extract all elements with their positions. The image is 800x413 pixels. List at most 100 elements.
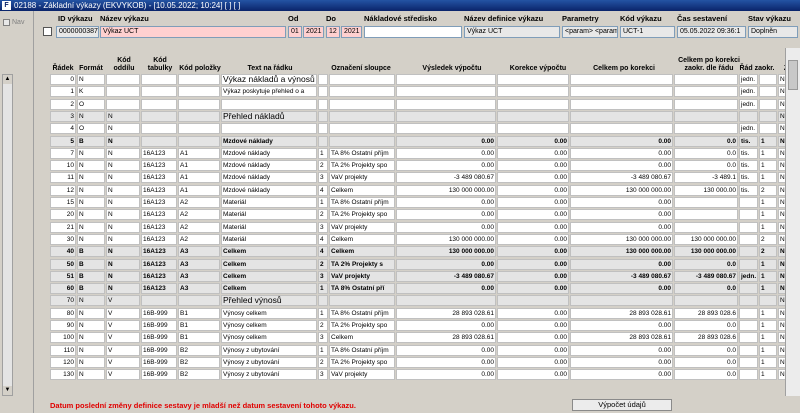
cell-s[interactable] <box>106 98 140 110</box>
cell-t[interactable]: 16A123 <box>141 160 177 172</box>
cell-p[interactable]: A1 <box>178 147 220 159</box>
cell-tot[interactable] <box>570 110 673 122</box>
cell-ord[interactable] <box>739 320 758 331</box>
cell-p[interactable]: B1 <box>178 320 220 331</box>
cell-rnd[interactable]: 130 000 000.00 <box>674 246 738 258</box>
cell-col[interactable]: VaV projekty <box>329 172 395 184</box>
cell-res[interactable]: 0.00 <box>396 344 496 356</box>
cell-res[interactable] <box>396 123 496 135</box>
cell-t[interactable]: 16A123 <box>141 184 177 196</box>
cell-r[interactable]: 12 <box>50 184 76 196</box>
cell-s[interactable]: N <box>106 197 140 208</box>
cell-res[interactable] <box>396 86 496 98</box>
cell-p[interactable] <box>178 123 220 135</box>
cell-oz[interactable]: 1 <box>759 283 777 295</box>
table-row[interactable]: 4 O Njedn. N <box>34 123 800 135</box>
table-row[interactable]: 2 Ojedn. N <box>34 98 800 111</box>
cell-res[interactable]: 130 000 000.00 <box>396 246 496 258</box>
cell-tot[interactable]: 0.00 <box>570 221 673 233</box>
cell-p[interactable]: A3 <box>178 246 220 258</box>
cell-rnd[interactable]: 0.0 <box>674 258 738 270</box>
to-year-field[interactable]: 2021 <box>341 26 362 38</box>
cell-ord[interactable]: tis. <box>739 135 758 147</box>
cell-text[interactable]: Celkem <box>221 270 317 282</box>
cell-oz[interactable]: 1 <box>759 320 777 331</box>
cell-p[interactable]: B2 <box>178 356 220 368</box>
cell-cor[interactable]: 0.00 <box>497 160 569 172</box>
cell-p[interactable]: A2 <box>178 209 220 221</box>
cell-n[interactable]: 1 <box>318 197 328 208</box>
cell-s[interactable]: N <box>106 258 140 270</box>
cell-n[interactable]: 1 <box>318 344 328 356</box>
cell-text[interactable]: Výnosy z ubytování <box>221 356 317 368</box>
cell-text[interactable]: Mzdové náklady <box>221 147 317 159</box>
table-row[interactable]: 70 N V Přehled výnosů N <box>34 295 800 307</box>
cell-tot[interactable]: 0.00 <box>570 320 673 331</box>
cell-tot[interactable]: 0.00 <box>570 344 673 356</box>
cell-r[interactable]: 100 <box>50 332 76 344</box>
cell-n[interactable]: 4 <box>318 233 328 245</box>
cell-n[interactable]: 4 <box>318 184 328 196</box>
cell-tot[interactable] <box>570 98 673 110</box>
cell-r[interactable]: 7 <box>50 147 76 159</box>
cell-rnd[interactable] <box>674 221 738 233</box>
cell-text[interactable]: Celkem <box>221 283 317 295</box>
table-row[interactable]: 40 B N 16A123 A3 Celkem 4 Celkem 130 000 000.00 0… <box>34 246 800 258</box>
table-row[interactable]: 80 N V 16B-999 B1 Výnosy celkem 1 TA 8% Ostatní… <box>34 307 800 320</box>
cell-f[interactable]: O <box>77 98 105 110</box>
cell-rnd[interactable]: 28 893 028.6 <box>674 307 738 319</box>
cell-s[interactable]: V <box>106 369 140 381</box>
cell-rnd[interactable]: 0.0 <box>674 320 738 331</box>
cell-t[interactable]: 16B-999 <box>141 356 177 368</box>
cell-p[interactable]: B2 <box>178 344 220 356</box>
table-row[interactable]: 15 N N 16A123 A2 Materiál 1 TA 8% Ostatní příjm… <box>34 197 800 209</box>
cell-t[interactable] <box>141 86 177 98</box>
cell-r[interactable]: 50 <box>50 258 76 270</box>
from-year-field[interactable]: 2021 <box>303 26 324 38</box>
cell-n[interactable]: 1 <box>318 307 328 319</box>
cell-p[interactable]: A3 <box>178 283 220 295</box>
cell-r[interactable]: 0 <box>50 74 76 85</box>
cell-rnd[interactable]: 0.0 <box>674 135 738 147</box>
cell-ord[interactable] <box>739 233 758 245</box>
cell-cor[interactable]: 0.00 <box>497 344 569 356</box>
cell-ord[interactable] <box>739 246 758 258</box>
report-name-field[interactable]: Výkaz UCT <box>100 26 286 38</box>
cell-text[interactable]: Přehled nákladů <box>221 110 317 122</box>
cell-oz[interactable]: 1 <box>759 147 777 159</box>
cell-rnd[interactable] <box>674 123 738 135</box>
table-row[interactable]: 51 B N 16A123 A3 Celkem 3 VaV projekty -3 489 08… <box>34 270 800 283</box>
cell-res[interactable]: 28 893 028.61 <box>396 332 496 344</box>
cell-p[interactable] <box>178 295 220 307</box>
table-row[interactable]: 5 B N Mzdové náklady 0.00 0.00 0.00 0.0 tis. 1 N <box>34 135 800 148</box>
cell-tot[interactable]: 0.00 <box>570 369 673 381</box>
cell-cor[interactable]: 0.00 <box>497 233 569 245</box>
cell-n[interactable]: 3 <box>318 332 328 344</box>
cell-p[interactable] <box>178 98 220 110</box>
cell-rnd[interactable]: 0.0 <box>674 147 738 159</box>
cell-p[interactable] <box>178 74 220 85</box>
cell-ord[interactable] <box>739 221 758 233</box>
cell-oz[interactable] <box>759 74 777 85</box>
cell-t[interactable]: 16A123 <box>141 147 177 159</box>
cell-col[interactable] <box>329 110 395 122</box>
cell-p[interactable]: A3 <box>178 258 220 270</box>
cell-t[interactable]: 16A123 <box>141 233 177 245</box>
cell-ord[interactable] <box>739 110 758 122</box>
cell-col[interactable]: TA 2% Projekty spo <box>329 209 395 221</box>
cell-ord[interactable] <box>739 332 758 344</box>
cell-p[interactable]: A1 <box>178 184 220 196</box>
cell-rnd[interactable]: 130 000.00 <box>674 184 738 196</box>
cell-r[interactable]: 5 <box>50 135 76 147</box>
cell-text[interactable]: Výkaz poskytuje přehled o a <box>221 86 317 98</box>
cell-t[interactable] <box>141 295 177 307</box>
cell-text[interactable]: Přehled výnosů <box>221 295 317 307</box>
cell-col[interactable]: VaV projekty <box>329 369 395 381</box>
cell-r[interactable]: 20 <box>50 209 76 221</box>
cell-s[interactable]: V <box>106 356 140 368</box>
cell-s[interactable]: N <box>106 283 140 295</box>
cell-res[interactable]: 0.00 <box>396 320 496 331</box>
cell-p[interactable] <box>178 86 220 98</box>
cell-oz[interactable] <box>759 86 777 98</box>
cell-t[interactable]: 16A123 <box>141 283 177 295</box>
